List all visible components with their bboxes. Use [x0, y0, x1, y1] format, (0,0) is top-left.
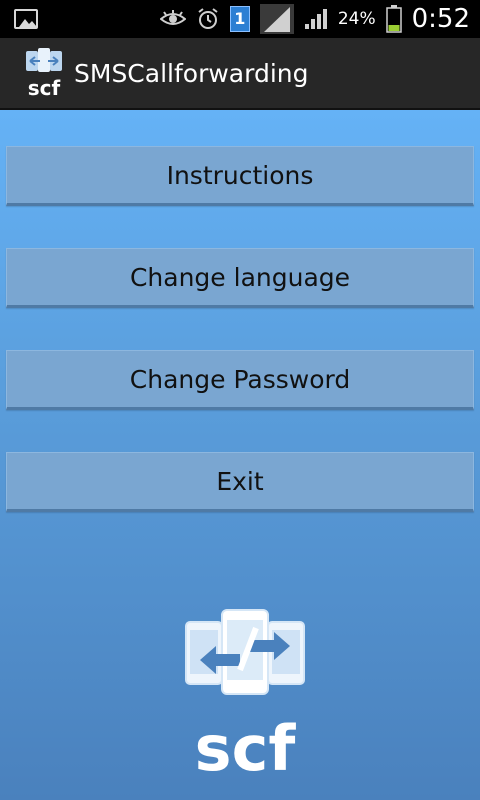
- app-title: SMSCallforwarding: [74, 58, 309, 88]
- scf-logo: scf: [180, 608, 310, 785]
- sim-icon: 1: [229, 6, 250, 32]
- signal-strength-icon: [304, 8, 328, 30]
- app-logo-icon: scf: [24, 47, 64, 100]
- status-bar: 1 24% 0:52: [0, 0, 480, 38]
- battery-icon: [385, 5, 402, 33]
- exit-button[interactable]: Exit: [6, 452, 474, 512]
- battery-percent: 24%: [337, 9, 376, 29]
- change-language-button[interactable]: Change language: [6, 248, 474, 308]
- signal-icon: [259, 4, 294, 34]
- alarm-icon: [196, 7, 220, 31]
- instructions-button[interactable]: Instructions: [6, 146, 474, 206]
- gallery-icon: [14, 9, 38, 29]
- action-bar: scf SMSCallforwarding: [0, 38, 480, 110]
- eye-icon: [159, 9, 186, 29]
- change-password-button[interactable]: Change Password: [6, 350, 474, 410]
- svg-text:scf: scf: [195, 712, 297, 778]
- svg-text:scf: scf: [28, 76, 61, 99]
- main-content: Instructions Change language Change Pass…: [0, 110, 480, 800]
- status-icons: 1 24% 0:52: [159, 0, 470, 38]
- clock: 0:52: [411, 4, 470, 34]
